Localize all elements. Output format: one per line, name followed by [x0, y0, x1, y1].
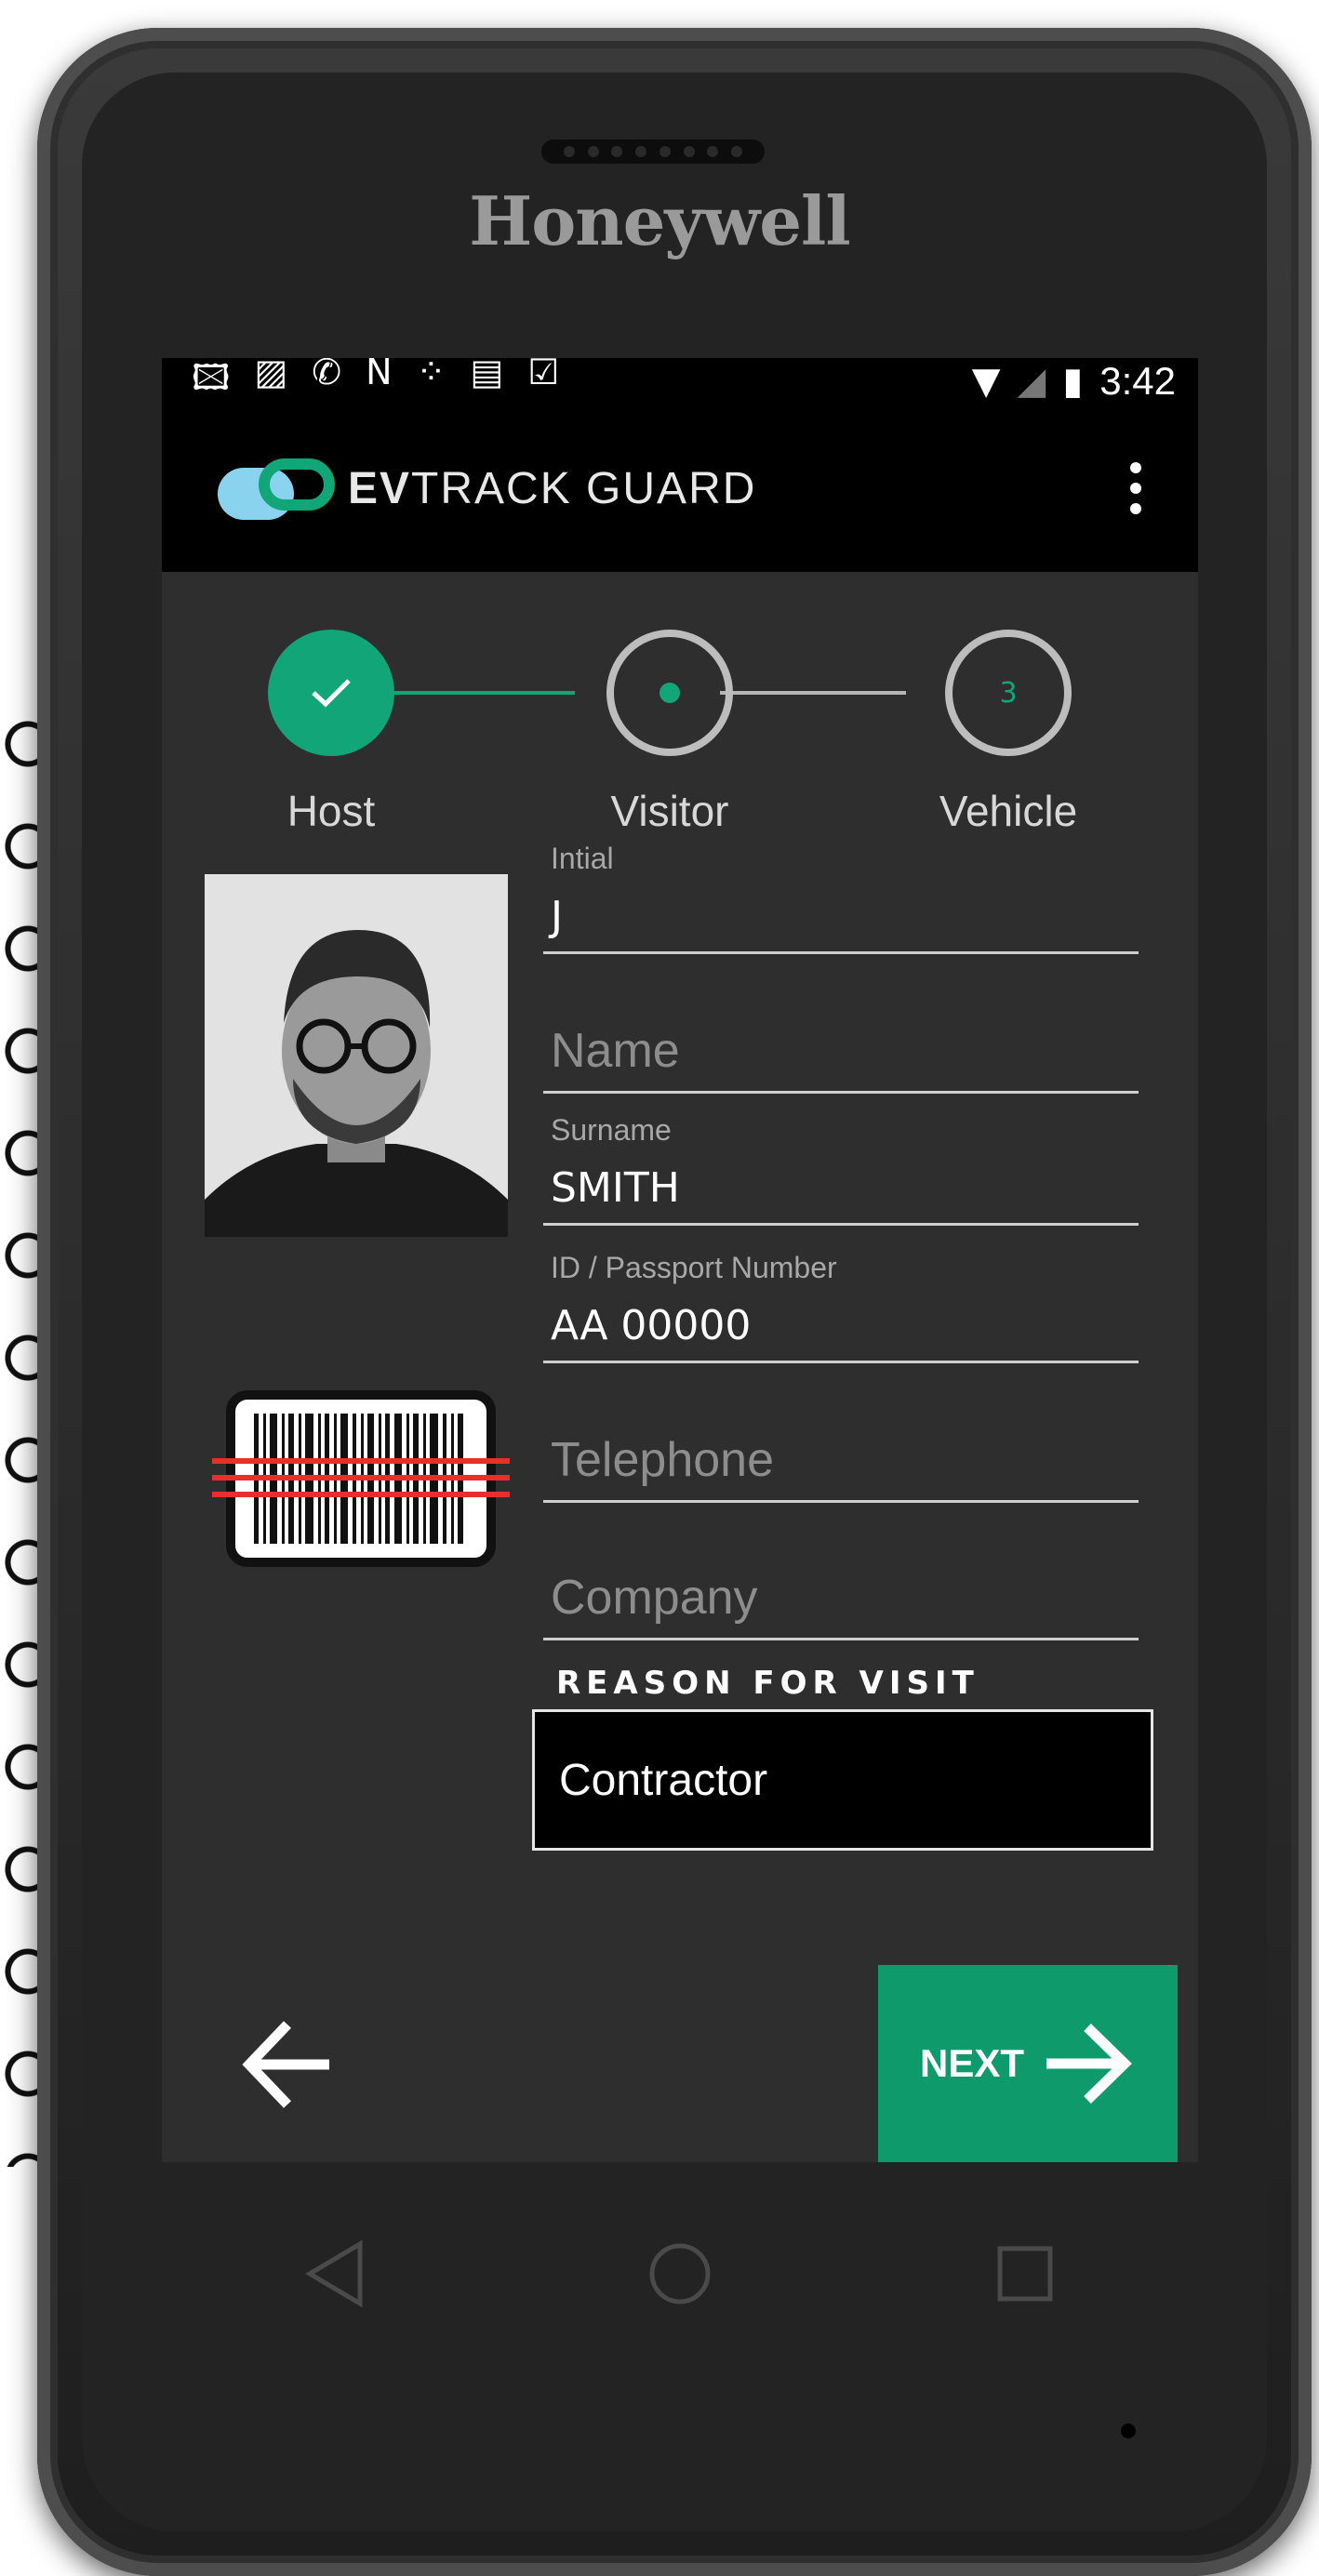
- company-field[interactable]: Company: [543, 1570, 1139, 1672]
- triangle-back-icon: [304, 2239, 363, 2308]
- sensor-dot: [1121, 2423, 1136, 2438]
- circle-home-icon: [649, 2243, 711, 2304]
- id-number-label: ID / Passport Number: [551, 1251, 837, 1284]
- id-number-field[interactable]: ID / Passport Number AA 00000: [543, 1251, 1139, 1363]
- overflow-menu-button[interactable]: [1122, 462, 1150, 514]
- square-recents-icon: [997, 2246, 1053, 2302]
- reason-value: Contractor: [559, 1755, 768, 1805]
- gallery-icon: 🖾: [192, 358, 231, 398]
- step-label-host: Host: [286, 787, 376, 835]
- step-connector-2: [720, 691, 906, 695]
- step-visitor[interactable]: [606, 630, 733, 756]
- task-icon: ☑: [527, 358, 560, 392]
- visitor-photo[interactable]: [205, 874, 508, 1237]
- reason-select[interactable]: Contractor: [532, 1709, 1153, 1851]
- phone-icon: ✆: [312, 358, 342, 392]
- initial-label: Intial: [551, 842, 614, 875]
- telephone-placeholder: Telephone: [551, 1433, 774, 1487]
- telephone-field[interactable]: Telephone: [543, 1432, 1139, 1534]
- arrow-right-icon: [1046, 2024, 1132, 2104]
- nav-home-button[interactable]: [624, 2218, 736, 2330]
- nav-recents-button[interactable]: [969, 2218, 1081, 2330]
- reason-label: REASON FOR VISIT: [556, 1665, 979, 1702]
- next-label: NEXT: [919, 2041, 1024, 2085]
- name-field[interactable]: Name: [543, 1023, 1139, 1125]
- system-status: ▼ ◢ ▮ 3:42: [972, 359, 1176, 404]
- dots-icon: ⁘: [416, 358, 446, 392]
- step-vehicle[interactable]: 3: [945, 630, 1072, 756]
- barcode-scan-button[interactable]: [212, 1386, 510, 1572]
- progress-stepper: 3 Host Visitor Vehicle: [162, 609, 1198, 835]
- step-label-visitor: Visitor: [610, 787, 729, 835]
- active-dot-icon: [660, 683, 680, 703]
- notification-icons: 🖾 ▨ ✆ N ⁘ ▤ ☑: [192, 358, 559, 412]
- arrow-left-icon: [242, 2021, 329, 2108]
- device-brand: Honeywell: [469, 181, 851, 260]
- logo-mark-icon: [218, 451, 339, 525]
- barcode-icon: [212, 1390, 510, 1567]
- nfc-icon: N: [366, 358, 393, 392]
- surname-value: SMITH: [551, 1164, 680, 1212]
- speaker-grille: [541, 139, 765, 164]
- status-time: 3:42: [1099, 359, 1176, 403]
- nav-back-button[interactable]: [279, 2218, 391, 2330]
- no-signal-icon: ◢: [1017, 360, 1046, 403]
- battery-charging-icon: ▮: [1062, 360, 1084, 403]
- step-host[interactable]: [268, 630, 394, 756]
- surname-field[interactable]: Surname SMITH: [543, 1113, 1139, 1226]
- app-logo: EVTRACK GUARD: [218, 451, 756, 525]
- logo-text: EVTRACK GUARD: [348, 463, 757, 513]
- status-bar: 🖾 ▨ ✆ N ⁘ ▤ ☑ ▼ ◢ ▮ 3:42: [162, 358, 1198, 405]
- app-bar: EVTRACK GUARD: [162, 405, 1198, 572]
- wifi-icon: ▼: [971, 360, 1001, 403]
- step-label-vehicle: Vehicle: [939, 787, 1078, 835]
- system-nav-bar: [162, 2162, 1198, 2385]
- image-icon: ▨: [254, 358, 288, 392]
- initial-field[interactable]: Intial J: [543, 842, 1139, 954]
- step-connector-1: [389, 691, 575, 695]
- surname-label: Surname: [551, 1113, 672, 1147]
- back-button[interactable]: [236, 2013, 339, 2116]
- initial-value: J: [551, 893, 563, 940]
- checkmark-icon: [312, 679, 351, 708]
- sd-card-icon: ▤: [470, 358, 504, 392]
- company-placeholder: Company: [551, 1571, 758, 1625]
- next-button[interactable]: NEXT: [878, 1965, 1178, 2162]
- name-placeholder: Name: [551, 1024, 680, 1078]
- app-screen: 🖾 ▨ ✆ N ⁘ ▤ ☑ ▼ ◢ ▮ 3:42 EVTRACK GUARD 3…: [162, 358, 1198, 2162]
- step-number: 3: [999, 676, 1018, 710]
- id-number-value: AA 00000: [551, 1302, 752, 1349]
